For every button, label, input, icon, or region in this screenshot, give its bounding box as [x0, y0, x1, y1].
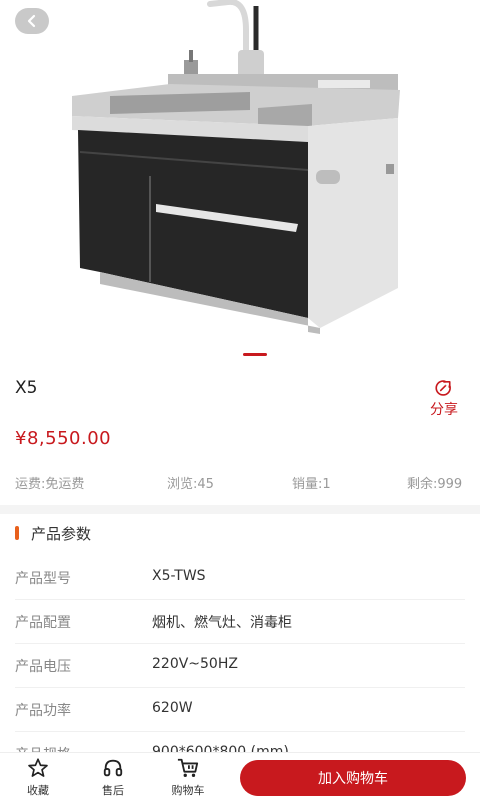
shipping-info: 运费:免运费 [15, 477, 85, 492]
product-stats: 运费:免运费 浏览:45 销量:1 剩余:999 [0, 468, 480, 494]
param-row: 产品功率 620W [15, 688, 465, 732]
star-icon [28, 758, 48, 777]
section-divider [0, 505, 480, 514]
section-marker [15, 526, 19, 540]
param-value: 烟机、燃气灶、消毒柜 [152, 615, 292, 631]
param-key: 产品配置 [15, 615, 71, 631]
share-button[interactable]: 分享 [424, 379, 464, 419]
share-label: 分享 [430, 402, 458, 418]
section-title: 产品参数 [31, 524, 92, 543]
param-value: 620W [152, 700, 193, 716]
param-row: 产品配置 烟机、燃气灶、消毒柜 [15, 600, 465, 644]
param-key: 产品电压 [15, 659, 71, 675]
chevron-left-icon [27, 14, 36, 28]
headset-icon [103, 759, 123, 777]
product-image [72, 0, 400, 334]
cart-button[interactable]: 购物车 [163, 757, 213, 799]
gallery-indicator [243, 353, 267, 356]
favorite-button[interactable]: 收藏 [13, 757, 63, 799]
share-icon [435, 379, 454, 396]
param-row: 产品型号 X5-TWS [15, 556, 465, 600]
param-row: 产品电压 220V~50HZ [15, 644, 465, 688]
stock-count: 剩余:999 [407, 477, 463, 492]
param-key: 产品功率 [15, 703, 71, 719]
back-button[interactable] [15, 8, 49, 34]
favorite-label: 收藏 [27, 784, 49, 797]
after-sales-label: 售后 [102, 784, 124, 797]
cart-icon [177, 758, 199, 777]
params-table: 产品型号 X5-TWS 产品配置 烟机、燃气灶、消毒柜 产品电压 220V~50… [0, 556, 480, 776]
product-price: ¥8,550.00 [15, 428, 112, 449]
param-value: 220V~50HZ [152, 656, 238, 672]
section-header: 产品参数 [15, 522, 91, 544]
param-key: 产品型号 [15, 571, 71, 587]
view-count: 浏览:45 [167, 477, 214, 492]
param-value: X5-TWS [152, 568, 206, 584]
sales-count: 销量:1 [292, 477, 331, 492]
bottom-action-bar: 收藏 售后 购物车 加入购物车 [0, 752, 480, 800]
add-to-cart-button[interactable]: 加入购物车 [240, 760, 466, 796]
cart-label: 购物车 [171, 784, 205, 797]
product-gallery[interactable] [0, 0, 480, 372]
after-sales-button[interactable]: 售后 [88, 757, 138, 799]
product-name: X5 [15, 378, 38, 398]
